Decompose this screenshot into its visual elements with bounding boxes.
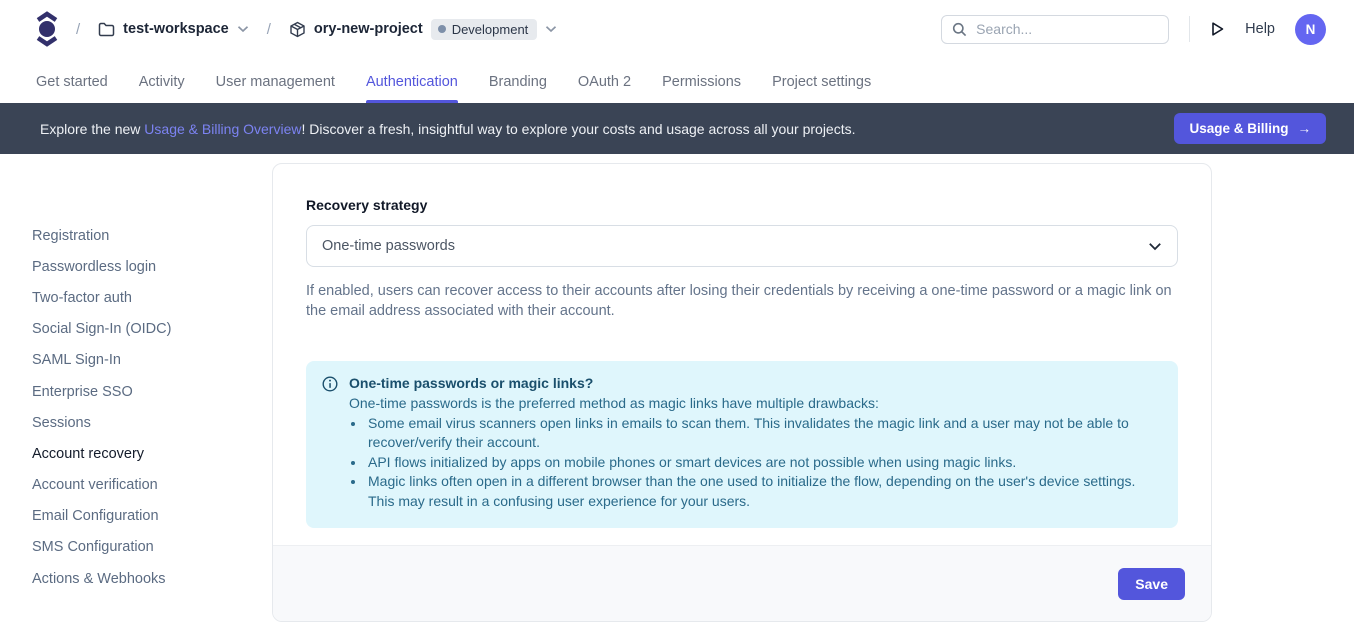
search-icon xyxy=(952,22,967,37)
sidenav-item-email-configuration[interactable]: Email Configuration xyxy=(32,501,272,532)
recovery-strategy-value: One-time passwords xyxy=(322,238,455,254)
info-bullet: Magic links often open in a different br… xyxy=(366,472,1158,511)
workspace-name: test-workspace xyxy=(123,21,229,37)
info-box-intro: One-time passwords is the preferred meth… xyxy=(349,394,1158,414)
banner-message: Explore the new Usage & Billing Overview… xyxy=(40,121,856,137)
tab-branding[interactable]: Branding xyxy=(489,74,547,103)
sidenav-item-account-recovery[interactable]: Account recovery xyxy=(32,438,272,469)
tab-activity[interactable]: Activity xyxy=(139,74,185,103)
account-recovery-card: Recovery strategy One-time passwords If … xyxy=(272,163,1212,622)
environment-badge: Development xyxy=(431,19,538,40)
breadcrumb-separator: / xyxy=(76,21,80,38)
banner-text-before: Explore the new xyxy=(40,121,144,137)
topbar-divider xyxy=(1189,16,1190,42)
save-button[interactable]: Save xyxy=(1118,568,1185,600)
breadcrumb-separator: / xyxy=(267,21,271,38)
chevron-down-icon xyxy=(237,25,249,33)
search-box[interactable] xyxy=(941,15,1169,44)
content-area: Registration Passwordless login Two-fact… xyxy=(0,154,1354,622)
tab-authentication[interactable]: Authentication xyxy=(366,74,458,103)
info-box-content: One-time passwords or magic links? One-t… xyxy=(349,374,1158,511)
arrow-right-icon: → xyxy=(1298,121,1312,136)
info-box-title: One-time passwords or magic links? xyxy=(349,374,1158,393)
recovery-strategy-description: If enabled, users can recover access to … xyxy=(306,281,1178,321)
topbar: / test-workspace / ory-new- xyxy=(0,0,1354,58)
sidenav-item-two-factor-auth[interactable]: Two-factor auth xyxy=(32,282,272,313)
tab-project-settings[interactable]: Project settings xyxy=(772,74,871,103)
authentication-sidenav: Registration Passwordless login Two-fact… xyxy=(0,154,272,594)
sidenav-item-social-sign-in[interactable]: Social Sign-In (OIDC) xyxy=(32,314,272,345)
usage-billing-overview-link[interactable]: Usage & Billing Overview xyxy=(144,121,301,137)
help-link[interactable]: Help xyxy=(1245,21,1275,37)
sidenav-item-sessions[interactable]: Sessions xyxy=(32,407,272,438)
folder-icon xyxy=(98,22,115,37)
project-tabs: Get started Activity User management Aut… xyxy=(0,58,1354,103)
tab-user-management[interactable]: User management xyxy=(216,74,335,103)
environment-label: Development xyxy=(452,22,529,37)
sidenav-item-enterprise-sso[interactable]: Enterprise SSO xyxy=(32,376,272,407)
tab-oauth2[interactable]: OAuth 2 xyxy=(578,74,631,103)
tab-permissions[interactable]: Permissions xyxy=(662,74,741,103)
project-selector[interactable]: ory-new-project Development xyxy=(289,19,557,40)
info-box-list: Some email virus scanners open links in … xyxy=(366,414,1158,512)
banner-text-after: ! Discover a fresh, insightful way to ex… xyxy=(301,121,855,137)
search-input[interactable] xyxy=(976,21,1158,37)
run-icon[interactable] xyxy=(1210,21,1225,37)
usage-billing-button[interactable]: Usage & Billing → xyxy=(1174,113,1326,144)
sidenav-item-passwordless-login[interactable]: Passwordless login xyxy=(32,251,272,282)
workspace-selector[interactable]: test-workspace xyxy=(98,21,249,37)
recovery-settings-form: Recovery strategy One-time passwords If … xyxy=(273,164,1211,545)
topbar-actions: Help N xyxy=(941,14,1326,45)
recovery-strategy-label: Recovery strategy xyxy=(306,197,1178,213)
info-box: One-time passwords or magic links? One-t… xyxy=(306,361,1178,528)
sidenav-item-registration[interactable]: Registration xyxy=(32,220,272,251)
ory-logo-icon[interactable] xyxy=(36,11,58,47)
tab-get-started[interactable]: Get started xyxy=(36,74,108,103)
sidenav-item-sms-configuration[interactable]: SMS Configuration xyxy=(32,532,272,563)
sidenav-item-account-verification[interactable]: Account verification xyxy=(32,470,272,501)
avatar[interactable]: N xyxy=(1295,14,1326,45)
environment-dot-icon xyxy=(438,25,446,33)
breadcrumb: / test-workspace / ory-new- xyxy=(36,11,557,47)
card-footer: Save xyxy=(273,545,1211,621)
project-name: ory-new-project xyxy=(314,21,423,37)
info-bullet: API flows initialized by apps on mobile … xyxy=(366,453,1158,473)
chevron-down-icon xyxy=(1148,242,1162,251)
chevron-down-icon xyxy=(545,25,557,33)
sidenav-item-saml-sign-in[interactable]: SAML Sign-In xyxy=(32,345,272,376)
usage-billing-button-label: Usage & Billing xyxy=(1189,121,1288,136)
info-bullet: Some email virus scanners open links in … xyxy=(366,414,1158,453)
package-icon xyxy=(289,21,306,38)
recovery-strategy-select[interactable]: One-time passwords xyxy=(306,225,1178,267)
usage-billing-banner: Explore the new Usage & Billing Overview… xyxy=(0,103,1354,154)
info-icon xyxy=(322,374,338,511)
sidenav-item-actions-webhooks[interactable]: Actions & Webhooks xyxy=(32,563,272,594)
